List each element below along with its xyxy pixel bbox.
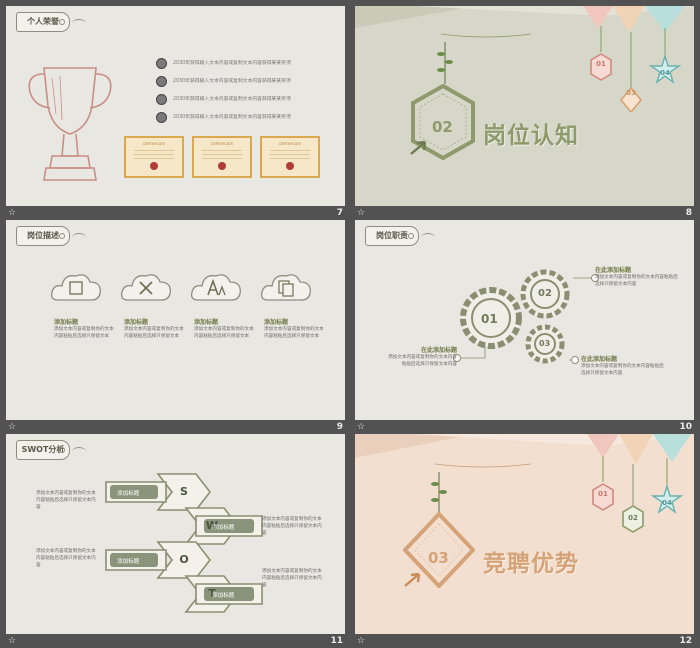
swot-letter: S	[180, 485, 188, 498]
banner-decoration	[355, 6, 694, 38]
star-icon[interactable]: ☆	[8, 206, 16, 220]
seal-icon	[218, 162, 226, 170]
cursor-icon	[404, 572, 421, 587]
sprig-icon	[431, 472, 447, 516]
slide-8-canvas: 02 岗位认知 01 03 04	[355, 6, 694, 206]
slide-footer: ☆ 7	[6, 206, 345, 220]
medal-icon	[156, 58, 167, 69]
section-tag: 岗位描述	[16, 226, 70, 246]
slide-12-canvas: 03 竞聘优势 01 02 04	[355, 434, 694, 634]
swot-title-button[interactable]: 添加标题	[117, 557, 139, 565]
slide-number: 12	[679, 636, 692, 646]
certificate-image: CERTIFICATE	[260, 136, 320, 178]
ornament-star	[650, 458, 684, 514]
slide-11-canvas: SWOT分析 S W O T 添加标题 添加标题 添加标题 添加标题 添加文本内…	[6, 434, 345, 634]
medal-icon	[156, 76, 167, 87]
cloud-pages-icon	[260, 274, 311, 301]
slide-number: 7	[336, 208, 343, 218]
swot-arrows	[105, 473, 263, 613]
seal-icon	[286, 162, 294, 170]
star-icon[interactable]: ☆	[357, 420, 365, 434]
star-icon[interactable]: ☆	[8, 420, 16, 434]
callout: 在此添加标题 添加文本内容或复制你的文本内容粘贴后选择只保留文本内容	[388, 347, 457, 367]
swot-title-button[interactable]: 添加标题	[117, 489, 139, 497]
slide-number: 9	[336, 422, 343, 432]
slide-footer: ☆ 9	[6, 420, 345, 434]
section-tag: 个人荣誉	[16, 12, 70, 32]
ornament-hexagon	[592, 456, 614, 511]
slide-footer: ☆ 8	[355, 206, 694, 220]
slide-10-canvas: 岗位职责 01 02 03 在此添加标题 添加文本内容或复制你的文本内容粘贴后选…	[355, 220, 694, 420]
swot-description: 添加文本内容或复制你的文本内容粘贴后选择只保留文本内容	[262, 517, 322, 536]
star-icon[interactable]: ☆	[357, 634, 365, 648]
slide-7-canvas: 个人荣誉 2030年获得输入文本内容或复制文本内容获得某某奖项 2030年获得输…	[6, 6, 345, 206]
slide-number: 11	[330, 636, 343, 646]
sprig-icon	[437, 42, 453, 84]
swot-description: 添加文本内容或复制你的文本内容粘贴后选择只保留文本内容	[36, 491, 96, 510]
slide-number: 10	[679, 422, 692, 432]
swot-title-button[interactable]: 添加标题	[212, 523, 234, 531]
section-tag: SWOT分析	[16, 440, 70, 460]
cloud-tools-icon	[120, 274, 171, 301]
slide-footer: ☆ 10	[355, 420, 694, 434]
certificate-image: CERTIFICATE	[192, 136, 252, 178]
star-icon[interactable]: ☆	[8, 634, 16, 648]
swot-letter: O	[179, 553, 189, 566]
section-title: 岗位认知	[483, 123, 579, 149]
callout: 在此添加标题 添加文本内容或复制你的文本内容粘贴后选择只保留文本内容	[581, 356, 664, 376]
slide-footer: ☆ 11	[6, 634, 345, 648]
section-title: 竞聘优势	[483, 551, 579, 577]
certificate-image: CERTIFICATE	[124, 136, 184, 178]
cloud-document-icon	[50, 274, 101, 301]
cloud-font-icon	[190, 274, 241, 301]
swot-description: 添加文本内容或复制你的文本内容粘贴后选择只保留文本内容	[262, 569, 322, 588]
slide-number: 8	[685, 208, 692, 218]
callout: 在此添加标题 添加文本内容或复制你的文本内容粘贴后选择只保留文本内容	[595, 267, 678, 287]
slide-9-canvas: 岗位描述 添加标题 添加文本内容或复制你的文本内容粘贴后选择只保留文本 添加标题…	[6, 220, 345, 420]
medal-icon	[156, 94, 167, 105]
seal-icon	[150, 162, 158, 170]
slide-footer: ☆ 12	[355, 634, 694, 648]
tag-string-icon	[72, 19, 86, 28]
swot-title-button[interactable]: 添加标题	[212, 591, 234, 599]
medal-icon	[156, 112, 167, 123]
star-icon[interactable]: ☆	[357, 206, 365, 220]
tag-string-icon	[72, 447, 86, 456]
section-number: 02	[432, 118, 453, 136]
ornament-hexagon	[622, 464, 644, 533]
trophy-icon	[28, 67, 112, 181]
connector-lines	[453, 274, 599, 364]
cursor-icon	[410, 140, 427, 155]
ornament-hexagon	[590, 26, 612, 81]
tag-string-icon	[72, 233, 86, 242]
ornament-star	[648, 28, 682, 84]
ornament-diamond	[619, 32, 643, 112]
section-number: 03	[428, 549, 449, 567]
swot-description: 添加文本内容或复制你的文本内容粘贴后选择只保留文本内容	[36, 549, 96, 568]
